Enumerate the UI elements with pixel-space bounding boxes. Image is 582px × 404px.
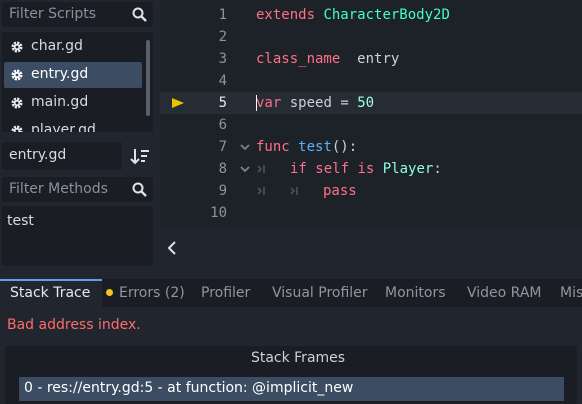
code-line[interactable]: 10: [160, 202, 582, 224]
execution-arrow-icon: [172, 98, 184, 108]
punctuation: ():: [331, 139, 358, 155]
keyword: self: [315, 161, 350, 177]
tab-indicator-icon: [257, 165, 265, 173]
search-icon[interactable]: [132, 7, 147, 22]
line-number: 7: [218, 139, 227, 155]
gear-icon: [11, 41, 23, 53]
script-item-entry[interactable]: entry.gd: [4, 62, 142, 88]
code-line[interactable]: 9 pass: [160, 180, 582, 202]
code-line[interactable]: 4: [160, 70, 582, 92]
punctuation: :: [433, 161, 442, 177]
tab-profiler[interactable]: Profiler: [201, 279, 250, 307]
number-literal: 50: [357, 95, 375, 111]
filter-methods-placeholder: Filter Methods: [9, 181, 108, 197]
code-text: extends CharacterBody2D: [256, 7, 450, 23]
filter-methods-input[interactable]: Filter Methods: [2, 177, 153, 202]
script-item-char[interactable]: char.gd: [4, 34, 142, 60]
scripts-panel: Filter Scripts char.gd entry.gd main.gd …: [0, 0, 160, 270]
collapse-chevron-icon[interactable]: [166, 240, 178, 256]
code-text: var speed = 50: [256, 95, 374, 111]
sort-icon[interactable]: [129, 145, 151, 167]
script-item-label: main.gd: [31, 94, 89, 110]
operator: =: [340, 95, 349, 111]
line-number: 6: [218, 117, 227, 133]
class-reference: Player: [382, 161, 434, 177]
keyword: is: [357, 161, 375, 177]
tab-stack-trace[interactable]: Stack Trace: [0, 279, 103, 307]
code-line[interactable]: 8 if self is Player:: [160, 158, 582, 180]
search-icon[interactable]: [132, 182, 147, 197]
tab-indicator-icon: [290, 187, 298, 195]
fold-arrow-icon[interactable]: [240, 164, 250, 174]
code-line[interactable]: 7 func test():: [160, 136, 582, 158]
code-editor[interactable]: 1 extends CharacterBody2D 2 3 class_name…: [160, 0, 582, 228]
debugger-panel: Stack Trace Errors (2) Profiler Visual P…: [0, 279, 582, 404]
type-name: CharacterBody2D: [323, 7, 450, 23]
code-line-current[interactable]: 5 var speed = 50: [160, 92, 582, 114]
tab-monitors[interactable]: Monitors: [385, 279, 446, 307]
line-number: 10: [210, 205, 227, 221]
code-text: if self is Player:: [290, 161, 442, 177]
script-item-label: player.gd: [31, 122, 96, 132]
stack-frame-label: 0 - res://entry.gd:5 - at function: @imp…: [24, 380, 354, 396]
code-line[interactable]: 3 class_name entry: [160, 48, 582, 70]
filter-scripts-input[interactable]: Filter Scripts: [2, 2, 153, 27]
code-text: pass: [323, 183, 357, 199]
tab-misc[interactable]: Misc: [560, 279, 582, 307]
script-item-main[interactable]: main.gd: [4, 90, 142, 116]
code-line[interactable]: 6: [160, 114, 582, 136]
script-list[interactable]: char.gd entry.gd main.gd player.gd: [2, 32, 153, 132]
keyword: var: [256, 95, 282, 111]
fold-arrow-icon[interactable]: [240, 142, 250, 152]
keyword: class_name: [256, 51, 341, 67]
script-list-scrollbar[interactable]: [146, 40, 150, 116]
tab-visual-profiler[interactable]: Visual Profiler: [272, 279, 368, 307]
script-item-label: entry.gd: [31, 66, 89, 82]
line-number: 5: [218, 95, 227, 111]
tab-errors-label: Errors (2): [119, 285, 185, 301]
code-text: func test():: [256, 139, 357, 155]
tab-video-ram[interactable]: Video RAM: [467, 279, 542, 307]
tab-indicator-icon: [257, 187, 265, 195]
code-line[interactable]: 2: [160, 26, 582, 48]
line-number: 1: [218, 7, 227, 23]
script-item-label: char.gd: [31, 38, 83, 54]
code-line[interactable]: 1 extends CharacterBody2D: [160, 4, 582, 26]
line-number: 3: [218, 51, 227, 67]
class-name-value: entry: [357, 51, 400, 67]
filter-scripts-placeholder: Filter Scripts: [9, 6, 97, 22]
line-number: 2: [218, 29, 227, 45]
line-number: 8: [218, 161, 227, 177]
keyword: pass: [323, 183, 357, 199]
stack-frames-tree[interactable]: Stack Frames 0 - res://entry.gd:5 - at f…: [5, 346, 577, 404]
method-item[interactable]: test: [7, 213, 34, 229]
text-caret: [256, 95, 257, 111]
stack-frames-header: Stack Frames: [250, 350, 346, 366]
line-number: 9: [218, 183, 227, 199]
stack-frame-row[interactable]: 0 - res://entry.gd:5 - at function: @imp…: [19, 377, 564, 401]
warning-dot-icon: [106, 289, 113, 296]
error-message: Bad address index.: [7, 317, 141, 333]
variable-name: speed: [289, 95, 332, 111]
keyword: extends: [256, 7, 316, 23]
current-file-name: entry.gd: [9, 147, 67, 163]
code-text: class_name entry: [256, 51, 399, 67]
script-item-player[interactable]: player.gd: [4, 118, 142, 132]
debugger-tabbar: Stack Trace Errors (2) Profiler Visual P…: [0, 279, 582, 307]
line-number: 4: [218, 73, 227, 89]
keyword: func: [256, 139, 290, 155]
tab-errors[interactable]: Errors (2): [106, 279, 185, 307]
function-name: test: [298, 139, 332, 155]
keyword: if: [290, 161, 307, 177]
current-file-label: entry.gd: [2, 142, 122, 170]
method-list[interactable]: test: [2, 206, 153, 266]
gear-icon: [11, 69, 23, 81]
gear-icon: [11, 125, 23, 132]
gear-icon: [11, 97, 23, 109]
